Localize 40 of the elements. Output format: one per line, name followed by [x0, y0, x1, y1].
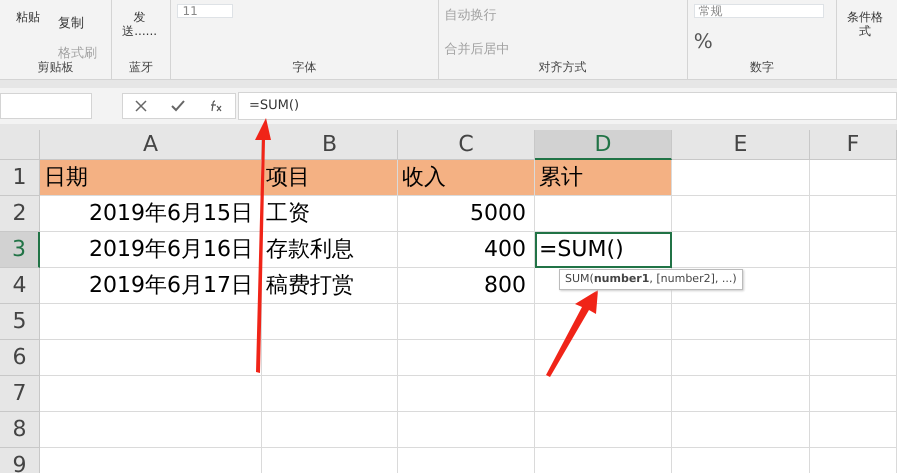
ribbon-button[interactable]: 复制 [58, 14, 97, 34]
column-header[interactable]: E [672, 130, 810, 160]
table-cell: 收入 [398, 160, 535, 196]
table-cell: 累计 [535, 160, 672, 196]
row-header[interactable]: 9 [0, 448, 40, 473]
row-header[interactable]: 1 [0, 160, 40, 196]
enter-icon[interactable] [171, 100, 185, 112]
row-header[interactable]: 8 [0, 412, 40, 448]
cell-editor[interactable]: =SUM() [535, 232, 672, 268]
table-cell: 项目 [262, 160, 398, 196]
column-header[interactable]: C [398, 130, 535, 160]
column-header[interactable]: B [262, 130, 398, 160]
group-label: 字体 [292, 59, 316, 76]
formula-field[interactable]: =SUM() [238, 92, 897, 120]
function-tooltip: SUM(number1, [number2], ...) [559, 269, 743, 290]
table-cell: 5000 [398, 196, 535, 232]
group-label: 数字 [750, 59, 774, 76]
cancel-icon[interactable] [135, 100, 147, 112]
ribbon-button[interactable]: 条件格式 [843, 4, 888, 38]
ribbon-button[interactable]: 粘贴 [6, 4, 50, 24]
row-header[interactable]: 3 [0, 232, 40, 268]
row-header[interactable]: 2 [0, 196, 40, 232]
font-size-field[interactable]: 11 [177, 4, 234, 18]
row-header[interactable]: 7 [0, 376, 40, 412]
ribbon-button[interactable]: 发送...... [118, 4, 162, 38]
table-cell: 800 [398, 268, 535, 304]
percent-button[interactable]: % [694, 26, 824, 56]
number-format-field[interactable]: 常规 [694, 4, 824, 18]
table-cell: 日期 [40, 160, 262, 196]
group-label: 蓝牙 [129, 59, 154, 76]
group-label: 剪贴板 [37, 59, 74, 76]
column-header[interactable]: A [40, 130, 262, 160]
row-header[interactable]: 5 [0, 304, 40, 340]
table-cell: 400 [398, 232, 535, 268]
function-icon[interactable] [209, 100, 223, 112]
group-label: 对齐方式 [538, 59, 587, 76]
column-header[interactable]: D [535, 130, 672, 160]
row-header[interactable]: 4 [0, 268, 40, 304]
column-header[interactable]: F [810, 130, 897, 160]
row-header[interactable]: 6 [0, 340, 40, 376]
